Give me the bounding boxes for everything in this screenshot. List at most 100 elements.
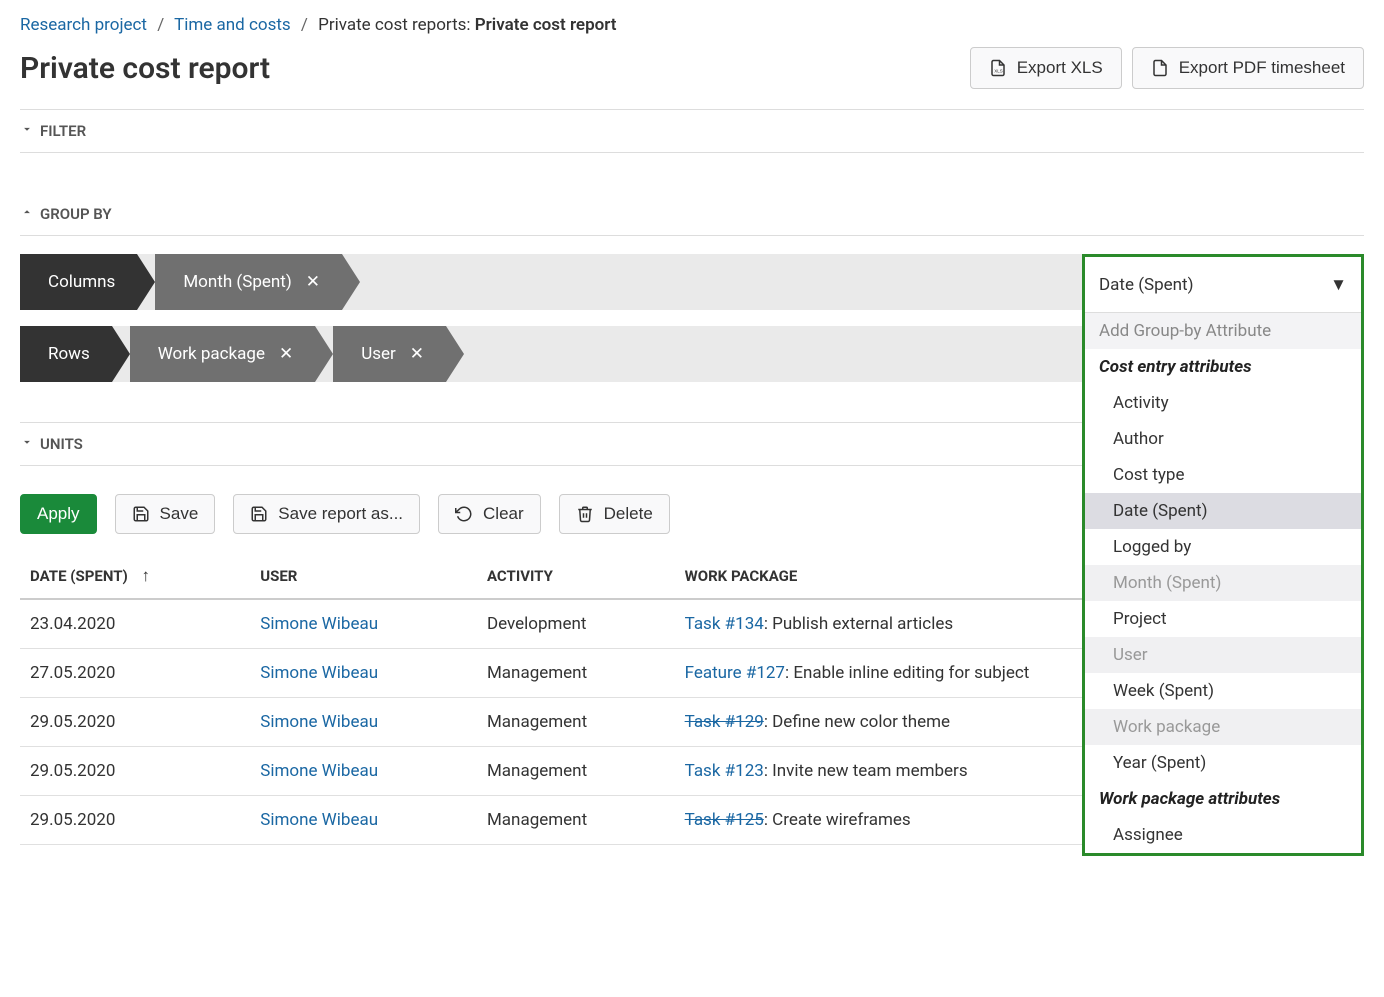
export-xls-button[interactable]: XLS Export XLS bbox=[970, 47, 1122, 89]
apply-button[interactable]: Apply bbox=[20, 494, 97, 534]
dropdown-item: Work package bbox=[1085, 709, 1361, 745]
delete-button[interactable]: Delete bbox=[559, 494, 670, 534]
work-package-title: : Invite new team members bbox=[764, 761, 968, 781]
dropdown-list: Add Group-by AttributeCost entry attribu… bbox=[1085, 313, 1361, 853]
col-date-label: DATE (SPENT) bbox=[30, 567, 128, 585]
chevron-up-icon bbox=[20, 205, 34, 223]
breadcrumb-section: Private cost reports: bbox=[318, 15, 470, 35]
save-as-button[interactable]: Save report as... bbox=[233, 494, 420, 534]
dropdown-item[interactable]: Week (Spent) bbox=[1085, 673, 1361, 709]
trash-icon bbox=[576, 505, 594, 523]
dropdown-item[interactable]: Activity bbox=[1085, 385, 1361, 421]
col-date[interactable]: DATE (SPENT) ↑ bbox=[20, 552, 250, 599]
cell-user: Simone Wibeau bbox=[250, 796, 477, 845]
columns-label: Columns bbox=[48, 272, 115, 292]
units-section-label: UNITS bbox=[40, 435, 83, 453]
filter-section-toggle[interactable]: FILTER bbox=[20, 109, 1364, 153]
cell-activity: Development bbox=[477, 599, 675, 649]
cell-user: Simone Wibeau bbox=[250, 698, 477, 747]
clear-button[interactable]: Clear bbox=[438, 494, 541, 534]
groupby-row-chip[interactable]: Work package ✕ bbox=[130, 326, 315, 382]
dropdown-item[interactable]: Logged by bbox=[1085, 529, 1361, 565]
cell-date: 29.05.2020 bbox=[20, 796, 250, 845]
groupby-row-chip[interactable]: User ✕ bbox=[333, 326, 446, 382]
dropdown-item[interactable]: Author bbox=[1085, 421, 1361, 457]
dropdown-item: Work package attributes bbox=[1085, 781, 1361, 817]
close-icon[interactable]: ✕ bbox=[410, 344, 424, 364]
user-link[interactable]: Simone Wibeau bbox=[260, 614, 378, 634]
chip-label: Month (Spent) bbox=[183, 272, 291, 292]
dropdown-item[interactable]: Assignee bbox=[1085, 817, 1361, 853]
file-pdf-icon bbox=[1151, 59, 1169, 77]
chip-label: Work package bbox=[158, 344, 265, 364]
save-icon bbox=[132, 505, 150, 523]
breadcrumb-sep: / bbox=[301, 15, 308, 35]
cell-user: Simone Wibeau bbox=[250, 599, 477, 649]
work-package-link[interactable]: Task #123 bbox=[685, 761, 764, 781]
breadcrumb-current: Private cost report bbox=[475, 15, 617, 35]
delete-label: Delete bbox=[604, 504, 653, 524]
breadcrumb-sep: / bbox=[157, 15, 164, 35]
export-buttons: XLS Export XLS Export PDF timesheet bbox=[970, 47, 1364, 89]
breadcrumb: Research project / Time and costs / Priv… bbox=[20, 15, 1364, 35]
dropdown-item: User bbox=[1085, 637, 1361, 673]
sort-asc-icon: ↑ bbox=[141, 566, 150, 586]
breadcrumb-project[interactable]: Research project bbox=[20, 15, 147, 35]
save-button[interactable]: Save bbox=[115, 494, 216, 534]
header: Private cost report XLS Export XLS Expor… bbox=[20, 47, 1364, 89]
cell-date: 27.05.2020 bbox=[20, 649, 250, 698]
work-package-link[interactable]: Task #125 bbox=[685, 810, 764, 830]
groupby-add-dropdown[interactable]: Date (Spent) ▼ Add Group-by AttributeCos… bbox=[1082, 254, 1364, 856]
columns-label-chip: Columns bbox=[20, 254, 137, 310]
caret-down-icon: ▼ bbox=[1330, 275, 1347, 295]
groupby-body: Columns Month (Spent) ✕ Date (Spent) ▼ A… bbox=[20, 254, 1364, 382]
svg-text:XLS: XLS bbox=[994, 69, 1003, 74]
col-user[interactable]: USER bbox=[250, 552, 477, 599]
dropdown-item[interactable]: Date (Spent) bbox=[1085, 493, 1361, 529]
chevron-down-icon bbox=[20, 122, 34, 140]
user-link[interactable]: Simone Wibeau bbox=[260, 761, 378, 781]
dropdown-item[interactable]: Year (Spent) bbox=[1085, 745, 1361, 781]
work-package-link[interactable]: Feature #127 bbox=[685, 663, 785, 683]
cell-user: Simone Wibeau bbox=[250, 747, 477, 796]
groupby-column-chip[interactable]: Month (Spent) ✕ bbox=[155, 254, 342, 310]
cell-activity: Management bbox=[477, 698, 675, 747]
dropdown-selected-label: Date (Spent) bbox=[1099, 275, 1194, 295]
work-package-title: : Publish external articles bbox=[764, 614, 953, 634]
work-package-link[interactable]: Task #134 bbox=[685, 614, 764, 634]
groupby-section-toggle[interactable]: GROUP BY bbox=[20, 193, 1364, 236]
work-package-link[interactable]: Task #129 bbox=[685, 712, 764, 732]
export-xls-label: Export XLS bbox=[1017, 58, 1103, 78]
breadcrumb-module[interactable]: Time and costs bbox=[174, 15, 291, 35]
work-package-title: : Enable inline editing for subject bbox=[785, 663, 1029, 683]
cell-date: 29.05.2020 bbox=[20, 747, 250, 796]
work-package-title: : Create wireframes bbox=[764, 810, 911, 830]
filter-section-label: FILTER bbox=[40, 122, 86, 140]
save-label: Save bbox=[160, 504, 199, 524]
col-activity[interactable]: ACTIVITY bbox=[477, 552, 675, 599]
user-link[interactable]: Simone Wibeau bbox=[260, 712, 378, 732]
file-xls-icon: XLS bbox=[989, 59, 1007, 77]
dropdown-selected[interactable]: Date (Spent) ▼ bbox=[1085, 257, 1361, 313]
dropdown-item: Add Group-by Attribute bbox=[1085, 313, 1361, 349]
clear-label: Clear bbox=[483, 504, 524, 524]
close-icon[interactable]: ✕ bbox=[279, 344, 293, 364]
rows-label: Rows bbox=[48, 344, 90, 364]
undo-icon bbox=[455, 505, 473, 523]
cell-activity: Management bbox=[477, 747, 675, 796]
user-link[interactable]: Simone Wibeau bbox=[260, 810, 378, 830]
work-package-title: : Define new color theme bbox=[764, 712, 950, 732]
groupby-columns-row: Columns Month (Spent) ✕ Date (Spent) ▼ A… bbox=[20, 254, 1364, 310]
user-link[interactable]: Simone Wibeau bbox=[260, 663, 378, 683]
save-as-label: Save report as... bbox=[278, 504, 403, 524]
cell-activity: Management bbox=[477, 796, 675, 845]
save-icon bbox=[250, 505, 268, 523]
close-icon[interactable]: ✕ bbox=[306, 272, 320, 292]
dropdown-item[interactable]: Project bbox=[1085, 601, 1361, 637]
dropdown-item[interactable]: Cost type bbox=[1085, 457, 1361, 493]
cell-date: 23.04.2020 bbox=[20, 599, 250, 649]
export-pdf-label: Export PDF timesheet bbox=[1179, 58, 1345, 78]
chip-label: User bbox=[361, 344, 396, 364]
rows-label-chip: Rows bbox=[20, 326, 112, 382]
export-pdf-button[interactable]: Export PDF timesheet bbox=[1132, 47, 1364, 89]
